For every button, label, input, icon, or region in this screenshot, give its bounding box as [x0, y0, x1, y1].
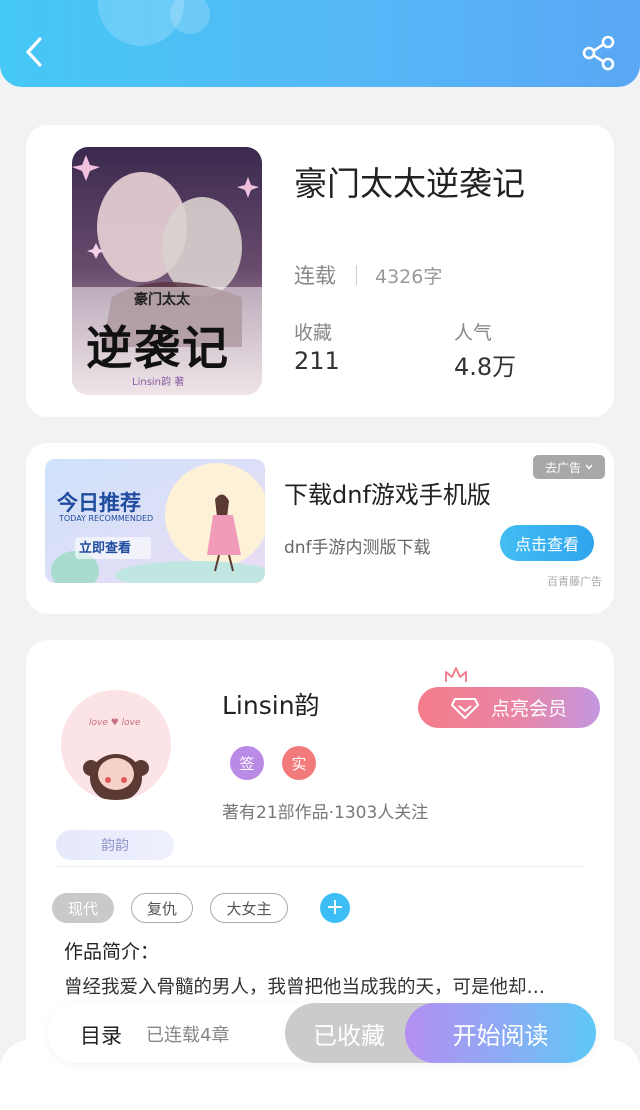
vip-membership-button[interactable]: 点亮会员	[418, 687, 600, 728]
author-name[interactable]: Linsin韵	[222, 686, 320, 722]
ad-image[interactable]: 今日推荐 TODAY RECOMMENDED 立即查看	[45, 459, 265, 583]
favorites-label: 收藏	[294, 322, 333, 344]
favorites-value: 211	[294, 347, 340, 375]
ad-subtitle: dnf手游内测版下载	[284, 538, 431, 558]
chevron-down-icon	[585, 464, 593, 470]
diamond-icon	[450, 697, 479, 719]
back-button[interactable]	[18, 34, 54, 70]
remove-ad-button[interactable]: 去广告	[533, 455, 605, 479]
nickname-badge: 韵韵	[56, 830, 174, 860]
ad-view-button[interactable]: 点击查看	[500, 525, 594, 561]
status-row: 连载 4326字	[294, 260, 442, 290]
author-stats: 著有21部作品·1303人关注	[222, 803, 429, 823]
ad-title[interactable]: 下载dnf游戏手机版	[284, 475, 491, 510]
intro-label: 作品简介：	[64, 941, 160, 963]
author-avatar[interactable]: love ♥ love	[61, 690, 171, 800]
tag-modern[interactable]: 现代	[52, 893, 114, 923]
signed-badge: 签	[230, 746, 264, 780]
vip-button-label: 点亮会员	[490, 698, 567, 720]
ad-card[interactable]: 今日推荐 TODAY RECOMMENDED 立即查看 下载dnf游戏手机版 d…	[26, 443, 614, 614]
popularity-value: 4.8万	[454, 353, 517, 381]
book-info-card: 豪门太太 逆袭记 Linsin韵 著 豪门太太逆袭记 连载 4326字 收藏 2…	[26, 125, 614, 417]
book-title: 豪门太太逆袭记	[294, 164, 525, 203]
avatar-text: love ♥ love	[89, 718, 141, 728]
start-reading-button[interactable]: 开始阅读	[405, 1003, 596, 1063]
toc-button[interactable]: 目录	[80, 1020, 122, 1050]
avatar-illustration	[61, 690, 171, 800]
ad-source: 百青藤广告	[547, 575, 602, 588]
cover-title-big: 逆袭记	[86, 321, 230, 375]
top-header	[0, 0, 640, 87]
ad-image-title: 今日推荐	[57, 491, 141, 515]
serial-status: 连载	[294, 264, 336, 288]
share-button[interactable]	[580, 34, 618, 72]
ad-image-subtitle: TODAY RECOMMENDED	[59, 514, 154, 523]
verified-badge: 实	[282, 746, 316, 780]
remove-ad-label: 去广告	[544, 460, 581, 475]
crown-icon	[445, 667, 467, 682]
header-bubble-decoration	[170, 0, 210, 34]
tag-revenge[interactable]: 复仇	[131, 893, 193, 923]
cover-title-small: 豪门太太	[134, 292, 190, 308]
chevron-left-icon	[26, 37, 42, 67]
ad-image-button: 立即查看	[79, 541, 132, 556]
word-count: 4326字	[375, 265, 443, 288]
book-cover[interactable]: 豪门太太 逆袭记 Linsin韵 著	[72, 147, 262, 395]
chapter-count: 已连载4章	[146, 1025, 230, 1046]
cover-author: Linsin韵 著	[132, 377, 185, 388]
divider	[356, 265, 357, 285]
tag-heroine[interactable]: 大女主	[210, 893, 288, 923]
popularity-label: 人气	[454, 322, 493, 344]
section-divider	[56, 866, 584, 867]
plus-icon: +	[325, 895, 345, 920]
add-tag-button[interactable]: +	[320, 893, 350, 923]
share-icon	[582, 35, 615, 71]
